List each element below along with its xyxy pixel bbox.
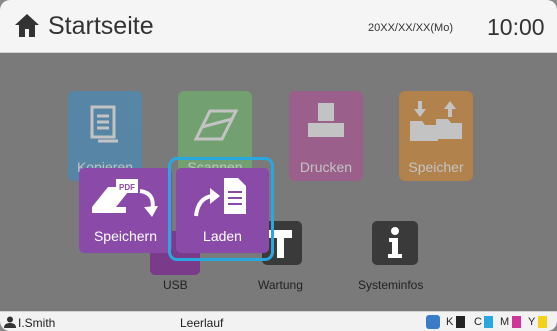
ink-m-label: M [500, 316, 510, 328]
scanner-icon [193, 109, 238, 141]
ink-k-level [456, 316, 465, 328]
info-icon [388, 227, 402, 258]
header-bar: Startseite 20XX/XX/XX(Mo) 10:00 [0, 0, 557, 53]
user-name[interactable]: I.Smith [18, 316, 55, 330]
tile-drucken-label: Drucken [299, 159, 353, 175]
tile-speicher-label: Speicher [408, 159, 464, 175]
save-to-pdf-icon: PDF [92, 179, 158, 217]
selection-highlight [168, 157, 274, 261]
printer-icon [308, 103, 344, 137]
ink-c-label: C [474, 316, 482, 328]
status-bar: I.Smith Leerlauf K C M Y [0, 311, 557, 331]
tile-systeminfos-label: Systeminfos [358, 278, 424, 292]
speichern-button[interactable]: PDF Speichern [79, 168, 172, 253]
tile-wartung-label: Wartung [258, 278, 303, 292]
screen: Startseite 20XX/XX/XX(Mo) 10:00 Kopieren… [0, 0, 557, 331]
ink-m-level [512, 316, 521, 328]
machine-status: Leerlauf [180, 316, 224, 330]
date-display: 20XX/XX/XX(Mo) [368, 22, 453, 34]
home-grid: Kopieren Scannen Drucken Speicher USB Wa… [0, 53, 557, 311]
ink-y-label: Y [528, 316, 536, 328]
speichern-label: Speichern [93, 228, 158, 244]
storage-icon [410, 101, 462, 141]
link-icon[interactable] [426, 315, 440, 329]
ink-c-level [484, 316, 493, 328]
tile-speicher[interactable]: Speicher [399, 91, 473, 181]
tile-systeminfos[interactable] [372, 221, 418, 265]
time-display: 10:00 [487, 14, 545, 40]
home-icon[interactable] [12, 10, 42, 40]
ink-k-label: K [446, 316, 454, 328]
ink-y-level [538, 316, 547, 328]
svg-text:PDF: PDF [119, 183, 135, 192]
tile-drucken[interactable]: Drucken [289, 91, 363, 181]
page-title: Startseite [48, 12, 154, 40]
tile-usb-label: USB [163, 278, 188, 292]
user-icon [4, 316, 16, 328]
copy-icon [90, 105, 118, 143]
